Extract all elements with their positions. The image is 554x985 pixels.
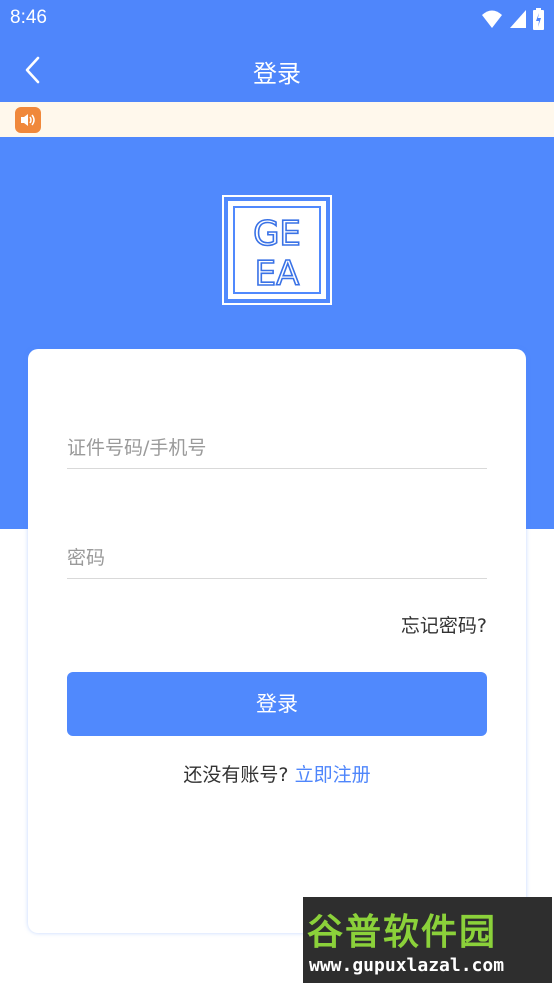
- id-number-field[interactable]: [67, 428, 487, 469]
- battery-icon: [533, 8, 544, 30]
- page-title: 登录: [253, 60, 301, 88]
- password-field[interactable]: [67, 538, 487, 579]
- id-number-input[interactable]: [67, 428, 487, 468]
- watermark-title: 谷普软件园: [307, 912, 498, 953]
- login-button[interactable]: 登录: [67, 672, 487, 736]
- app-logo: GE EA: [222, 195, 332, 305]
- logo-line-1: GE: [253, 214, 301, 254]
- logo-line-2: EA: [255, 254, 300, 294]
- speaker-icon: [15, 107, 41, 133]
- notice-bar: [0, 102, 554, 137]
- register-prompt: 还没有账号? 立即注册: [0, 760, 554, 787]
- status-icons: [481, 8, 544, 30]
- cell-signal-icon: [510, 10, 526, 28]
- wifi-icon: [482, 10, 502, 28]
- no-account-text: 还没有账号?: [183, 764, 289, 786]
- app-bar: 登录: [0, 38, 554, 102]
- forgot-password-link[interactable]: 忘记密码?: [401, 611, 487, 638]
- status-bar: 8:46: [0, 0, 554, 38]
- status-time: 8:46: [10, 7, 47, 28]
- watermark: 谷普软件园 www.gupuxlazal.com: [303, 897, 552, 983]
- watermark-url: www.gupuxlazal.com: [309, 955, 505, 976]
- password-input[interactable]: [67, 538, 487, 578]
- register-link[interactable]: 立即注册: [295, 764, 371, 786]
